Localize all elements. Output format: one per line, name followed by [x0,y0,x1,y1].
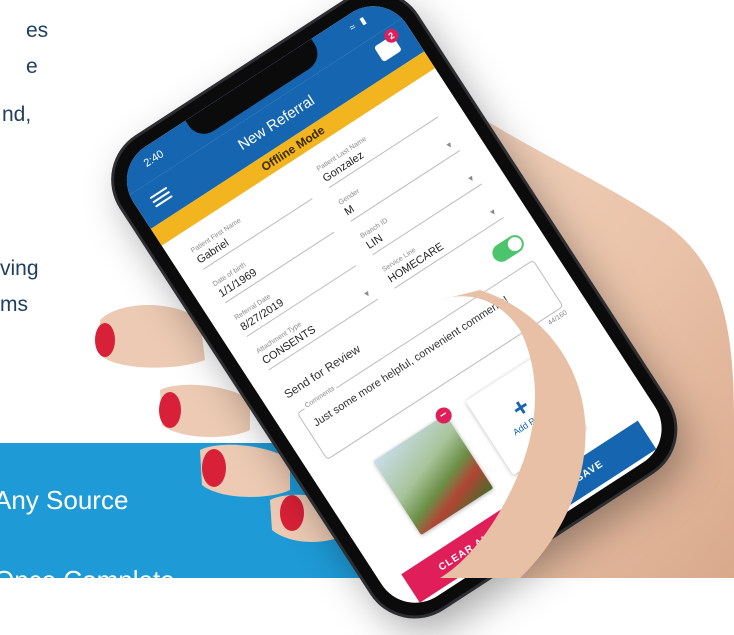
hand-fingers-front [440,290,586,578]
